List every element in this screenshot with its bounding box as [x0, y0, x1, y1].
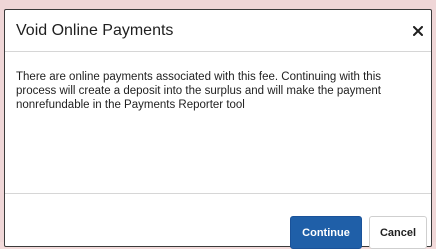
void-online-payments-dialog: Void Online Payments There are online pa…: [4, 9, 432, 249]
dialog-title: Void Online Payments: [16, 22, 174, 39]
dialog-footer: Continue Cancel: [5, 193, 431, 249]
dialog-header: Void Online Payments: [5, 10, 431, 52]
dialog-message: There are online payments associated wit…: [16, 71, 382, 111]
cancel-button[interactable]: Cancel: [369, 216, 427, 249]
close-button[interactable]: [409, 22, 427, 40]
continue-button[interactable]: Continue: [290, 216, 362, 249]
close-icon: [413, 26, 423, 36]
